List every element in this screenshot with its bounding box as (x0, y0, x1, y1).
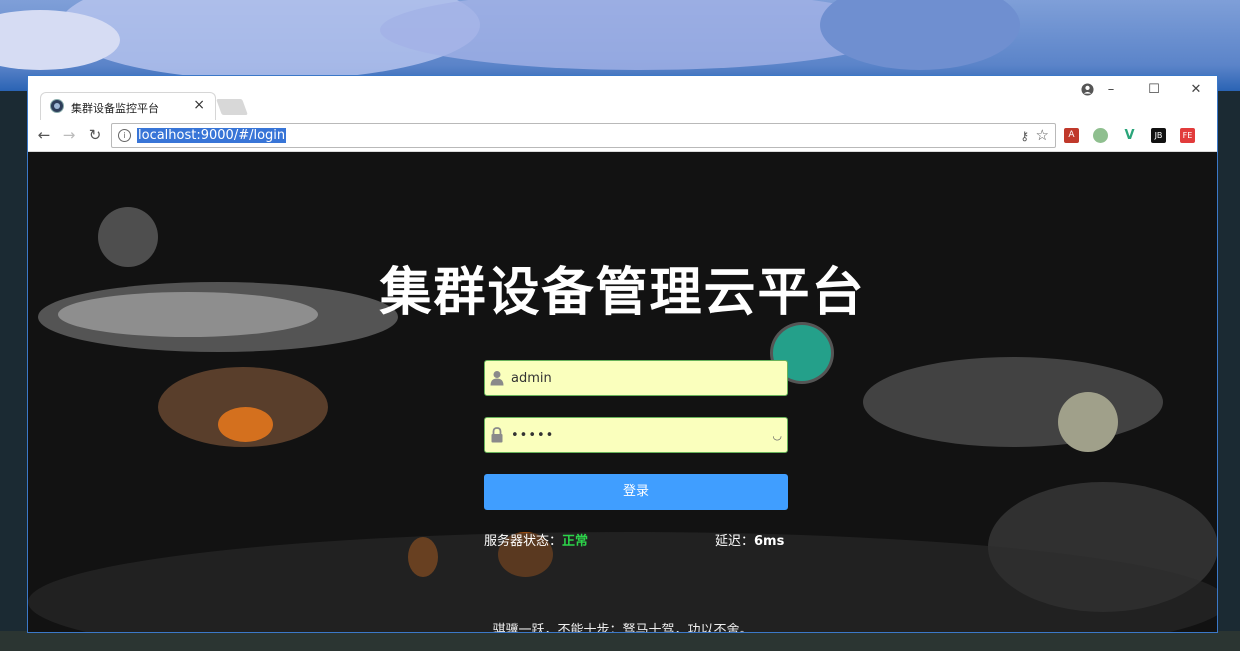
forward-button[interactable]: → (60, 126, 78, 144)
motto-text: 骐骥一跃，不能十步；驽马十驾，功以不舍。 (492, 623, 753, 633)
password-input[interactable] (511, 418, 761, 452)
url-text[interactable]: localhost:9000/#/login (137, 128, 287, 143)
lock-icon (491, 427, 503, 443)
fe-helper-icon[interactable]: FE (1180, 128, 1195, 143)
login-button[interactable]: 登录 (484, 474, 788, 510)
vue-devtools-icon[interactable]: V (1122, 128, 1137, 143)
latency-status: 延迟：6ms (715, 530, 784, 549)
bookmark-star-icon[interactable]: ☆ (1036, 126, 1049, 144)
server-status: 服务器状态：正常 (484, 530, 588, 549)
extension-circle-icon[interactable] (1093, 128, 1108, 143)
browser-tab[interactable]: 集群设备监控平台 × (40, 92, 216, 120)
info-icon[interactable]: i (118, 129, 131, 142)
browser-window: 集群设备监控平台 × – ☐ ✕ ← → ↻ i localhost:9000/… (27, 75, 1218, 633)
favicon-icon (50, 99, 64, 113)
jetbrains-icon[interactable]: JB (1151, 128, 1166, 143)
key-icon[interactable]: ⚷ (1020, 129, 1029, 143)
username-input[interactable] (511, 361, 761, 395)
login-page: 集群设备管理云平台 ◡ 登录 服务器状态：正常 延迟：6ms 骐骥一跃，不能十步… (28, 152, 1217, 633)
username-field[interactable] (484, 360, 788, 396)
tab-close-button[interactable]: × (193, 97, 205, 113)
minimize-button[interactable]: – (1101, 82, 1121, 97)
server-status-value: 正常 (562, 534, 589, 549)
tab-title: 集群设备监控平台 (71, 102, 159, 115)
user-icon (490, 371, 504, 386)
menu-icon[interactable]: ⋮ (1213, 127, 1217, 143)
extension-a-icon[interactable]: A (1064, 128, 1079, 143)
eye-closed-icon[interactable]: ◡ (772, 429, 782, 442)
maximize-button[interactable]: ☐ (1144, 82, 1164, 97)
password-field[interactable]: ◡ (484, 417, 788, 453)
server-status-label: 服务器状态： (484, 534, 563, 549)
latency-value: 6ms (754, 534, 785, 549)
reload-button[interactable]: ↻ (86, 126, 104, 144)
profile-icon[interactable] (1081, 83, 1094, 96)
close-window-button[interactable]: ✕ (1186, 82, 1206, 97)
page-title: 集群设备管理云平台 (379, 263, 866, 323)
latency-label: 延迟： (715, 534, 755, 549)
address-bar[interactable]: i localhost:9000/#/login ⚷ ☆ (111, 123, 1056, 148)
new-tab-button[interactable] (216, 99, 248, 115)
browser-toolbar: ← → ↻ i localhost:9000/#/login ⚷ ☆ A V J… (28, 120, 1217, 152)
tab-strip: 集群设备监控平台 × – ☐ ✕ (28, 76, 1217, 120)
back-button[interactable]: ← (35, 126, 53, 144)
